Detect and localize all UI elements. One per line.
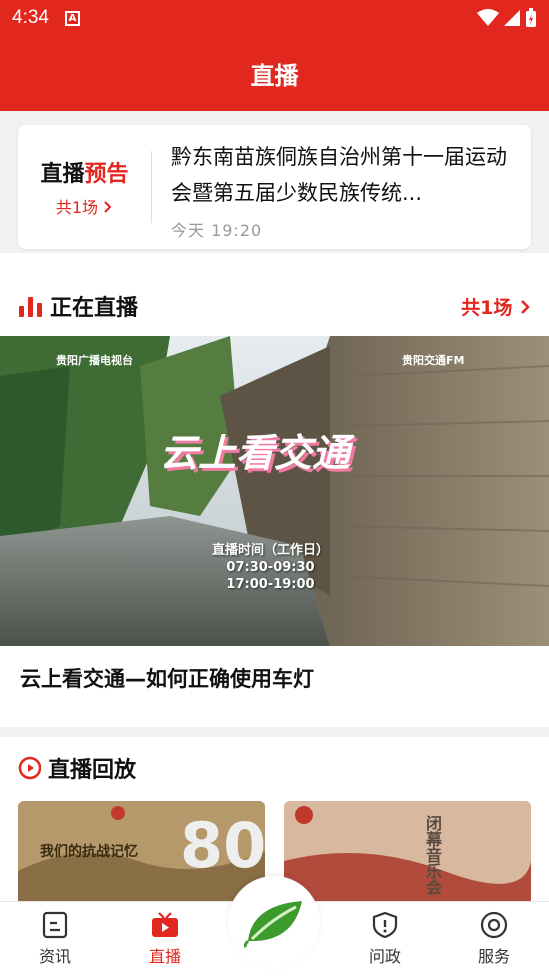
live-preview-item[interactable]: 黔东南苗族侗族自治州第十一届运动会暨第五届少数民族传统... 今天 19:20 [171, 139, 516, 241]
broadcaster-logo-left: 贵阳广播电视台 [56, 354, 133, 367]
status-icons [477, 8, 537, 28]
tab-live[interactable]: 直播 [110, 902, 220, 976]
app-bar: 直播 [0, 36, 549, 111]
main-content[interactable]: 直播预告 共1场 黔东南苗族侗族自治州第十一届运动会暨第五届少数民族传统... … [0, 111, 549, 901]
shield-icon [372, 911, 398, 939]
preview-divider [151, 151, 152, 223]
tab-news[interactable]: 资讯 [0, 902, 110, 976]
live-stream-thumbnail[interactable]: 贵阳广播电视台 贵阳交通FM 云上看交通 直播时间（工作日） 07:30-09:… [0, 336, 549, 646]
live-image-schedule: 直播时间（工作日） 07:30-09:30 17:00-19:00 [212, 542, 329, 593]
signal-icon [504, 10, 520, 26]
live-preview-heading-black: 直播 [40, 162, 85, 187]
live-now-more-text: 共1场 [461, 296, 513, 319]
replay-1-caption: 我们的抗战记忆 [40, 844, 138, 860]
live-preview-count[interactable]: 共1场 [56, 194, 113, 218]
tab-inquiry[interactable]: 问政 [330, 902, 440, 976]
chevron-right-icon [104, 201, 112, 213]
live-preview-heading: 直播预告 [40, 156, 128, 188]
live-preview-time: 今天 19:20 [171, 221, 263, 240]
replay-title: 直播回放 [48, 758, 137, 783]
replay-thumbnail-1[interactable]: 我们的抗战记忆 80 [18, 801, 265, 901]
live-now-title: 正在直播 [50, 296, 139, 321]
replay-2-caption: 闭幕音乐会 [423, 815, 442, 895]
live-bars-icon [19, 297, 42, 317]
replay-image-2 [284, 801, 531, 901]
chevron-right-icon [521, 299, 530, 314]
tv-icon [152, 912, 178, 937]
status-bar: 4:34 A [0, 0, 549, 36]
battery-icon [526, 8, 536, 27]
live-item-title[interactable]: 云上看交通—如何正确使用车灯 [20, 663, 314, 693]
status-time: 4:34 [12, 7, 49, 28]
news-icon [42, 911, 68, 939]
tab-news-label: 资讯 [38, 947, 71, 966]
replay-header: 直播回放 [0, 743, 549, 793]
center-logo-button[interactable] [228, 876, 320, 968]
tab-service-label: 服务 [477, 947, 510, 966]
page-title: 直播 [250, 62, 299, 90]
live-preview-count-text: 共1场 [55, 198, 99, 217]
live-preview-card[interactable]: 直播预告 共1场 黔东南苗族侗族自治州第十一届运动会暨第五届少数民族传统... … [18, 125, 531, 249]
wifi-icon [477, 9, 499, 26]
tab-inquiry-label: 问政 [368, 947, 401, 966]
tab-service[interactable]: 服务 [439, 902, 549, 976]
schedule-slot-2: 17:00-19:00 [226, 577, 315, 592]
replay-thumbnail-2[interactable]: 闭幕音乐会 [284, 801, 531, 901]
live-now-more[interactable]: 共1场 [461, 293, 531, 320]
leaf-logo-icon [243, 901, 302, 949]
target-icon [480, 911, 508, 939]
broadcaster-logo-right: 贵阳交通FM [402, 354, 465, 367]
play-circle-icon [18, 756, 42, 780]
replay-1-big-number: 80 [180, 809, 265, 882]
tab-live-label: 直播 [148, 947, 181, 966]
live-preview-heading-red: 预告 [84, 162, 129, 187]
live-preview-label[interactable]: 直播预告 共1场 [18, 125, 151, 249]
schedule-title: 直播时间（工作日） [212, 543, 330, 558]
live-preview-title: 黔东南苗族侗族自治州第十一届运动会暨第五届少数民族传统... [171, 145, 507, 205]
notification-a-icon: A [64, 10, 80, 26]
live-now-section: 正在直播 共1场 贵阳广播电视台 贵阳交通FM 云上看交通 直播时间（工作日） … [0, 253, 549, 727]
live-stream-image [0, 336, 549, 646]
schedule-slot-1: 07:30-09:30 [226, 560, 315, 575]
live-now-header: 正在直播 共1场 [0, 281, 549, 331]
live-image-headline: 云上看交通 [160, 431, 351, 475]
